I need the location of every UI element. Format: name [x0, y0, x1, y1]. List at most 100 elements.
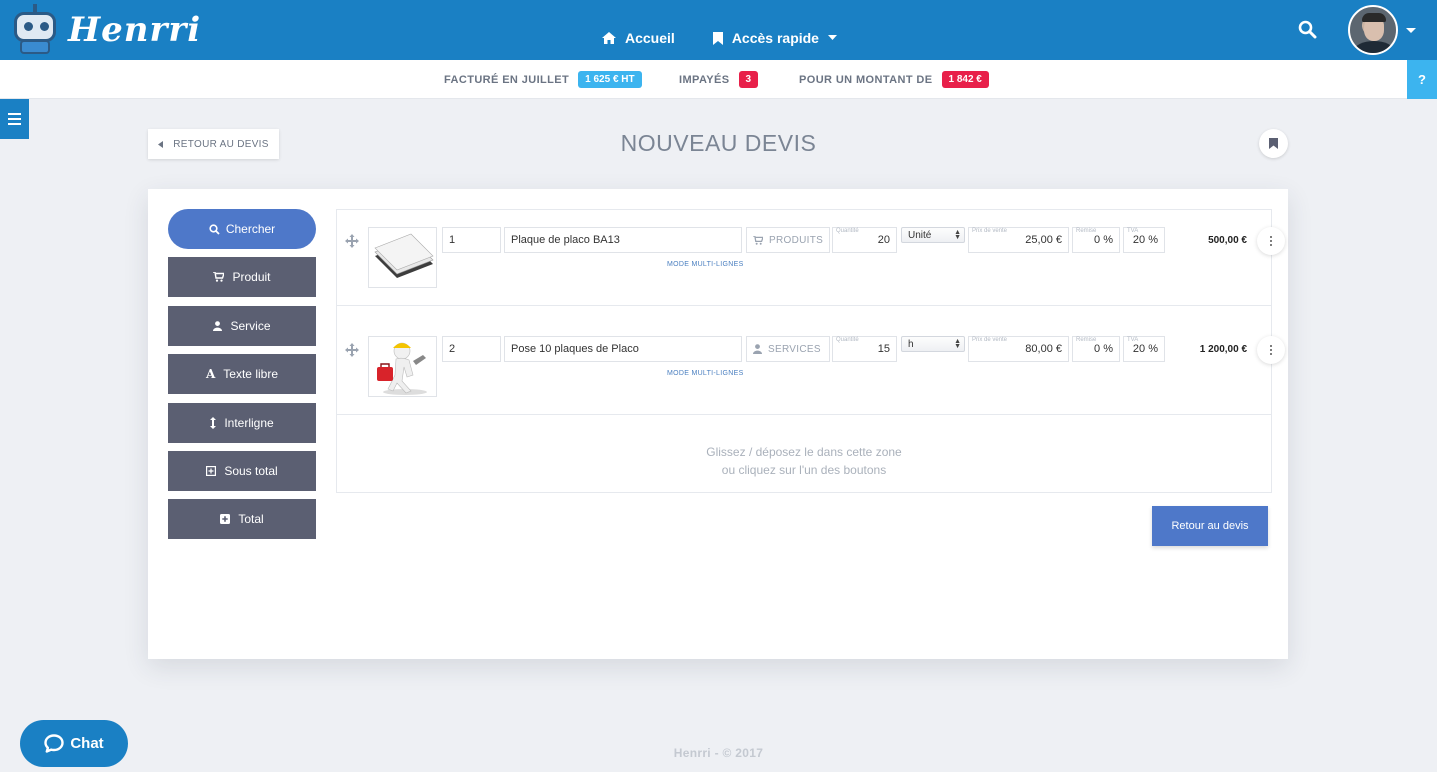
multiline-mode-link[interactable]: MODE MULTI-LIGNES: [667, 370, 744, 377]
stat-unpaid-label: IMPAYÉS: [679, 73, 730, 86]
drop-zone[interactable]: Glissez / déposez le dans cette zone ou …: [337, 430, 1271, 492]
search-button[interactable]: [1298, 20, 1317, 44]
stat-amount: POUR UN MONTANT DE 1 842 €: [799, 71, 989, 88]
line-options-icon[interactable]: [1257, 336, 1285, 364]
add-service-button[interactable]: Service: [168, 306, 316, 346]
avatar[interactable]: [1348, 5, 1398, 55]
add-product-label: Produit: [232, 270, 271, 284]
brand-name: Henrri: [68, 10, 202, 50]
vat-field-label: TVA: [1127, 337, 1139, 343]
line-unit-value: Unité: [908, 229, 932, 241]
line-price-input[interactable]: Prix de vente 25,00 €: [968, 227, 1069, 253]
quote-editor-card: Chercher Produit Service A Texte libre I…: [148, 189, 1288, 659]
nav-home[interactable]: Accueil: [602, 30, 675, 46]
home-icon: [602, 32, 616, 44]
line-height-icon: [210, 417, 217, 429]
line-unit-select[interactable]: Unité ▲ ▼: [901, 227, 965, 243]
add-subtotal-button[interactable]: Sous total: [168, 451, 316, 491]
stat-billed: FACTURÉ EN JUILLET 1 625 € HT: [444, 71, 642, 88]
bookmark-button[interactable]: [1259, 129, 1288, 158]
plus-square-outline-icon: [206, 466, 217, 476]
search-items-label: Chercher: [225, 222, 276, 236]
line-ref-input[interactable]: 1: [442, 227, 501, 253]
add-total-label: Total: [238, 512, 264, 526]
line-total: 500,00 €: [1208, 235, 1247, 246]
line-designation-input[interactable]: Plaque de placo BA13: [504, 227, 742, 253]
multiline-mode-link[interactable]: MODE MULTI-LIGNES: [667, 261, 744, 268]
nav-home-label: Accueil: [625, 30, 675, 46]
nav-quick-access-label: Accès rapide: [731, 30, 819, 46]
user-icon: [753, 344, 762, 354]
add-spacing-button[interactable]: Interligne: [168, 403, 316, 443]
add-subtotal-label: Sous total: [224, 464, 278, 478]
line-discount-value: 0 %: [1094, 343, 1113, 355]
line-category-button[interactable]: PRODUITS: [746, 227, 830, 253]
line-vat-input[interactable]: TVA 20 %: [1123, 227, 1165, 253]
line-discount-input[interactable]: Remise 0 %: [1072, 336, 1120, 362]
select-arrows-icon: ▲ ▼: [954, 229, 961, 241]
add-service-label: Service: [230, 319, 271, 333]
bookmark-icon: [1269, 138, 1278, 149]
line-quantity-input[interactable]: Quantité 15: [832, 336, 897, 362]
footer-copyright: Henrri - © 2017: [673, 746, 764, 760]
line-unit-value: h: [908, 338, 914, 350]
line-category-button[interactable]: SERVICES: [746, 336, 830, 362]
drop-zone-line2: ou cliquez sur l'un des boutons: [721, 463, 887, 477]
quote-line: 1 Plaque de placo BA13 MODE MULTI-LIGNES…: [337, 210, 1285, 306]
page-title: NOUVEAU DEVIS: [620, 130, 817, 156]
stat-billed-label: FACTURÉ EN JUILLET: [444, 73, 570, 86]
search-items-button[interactable]: Chercher: [168, 209, 316, 249]
bookmark-icon: [712, 31, 723, 45]
line-price-value: 80,00 €: [1025, 343, 1062, 355]
line-ref-input[interactable]: 2: [442, 336, 501, 362]
line-designation-input[interactable]: Pose 10 plaques de Placo: [504, 336, 742, 362]
quote-lines: 1 Plaque de placo BA13 MODE MULTI-LIGNES…: [336, 209, 1285, 493]
line-discount-input[interactable]: Remise 0 %: [1072, 227, 1120, 253]
vat-field-label: TVA: [1127, 228, 1139, 234]
line-price-input[interactable]: Prix de vente 80,00 €: [968, 336, 1069, 362]
stat-billed-badge: 1 625 € HT: [578, 71, 642, 88]
line-quantity-value: 15: [877, 343, 890, 355]
price-field-label: Prix de vente: [972, 337, 1008, 343]
brand-logo[interactable]: Henrri: [8, 4, 201, 56]
plus-square-icon: [220, 514, 231, 524]
text-icon: A: [205, 367, 216, 381]
line-unit-select[interactable]: h ▲ ▼: [901, 336, 965, 352]
cart-icon: [753, 235, 763, 245]
quote-line: 2 Pose 10 plaques de Placo MODE MULTI-LI…: [337, 319, 1285, 415]
discount-field-label: Remise: [1076, 228, 1097, 234]
back-to-quote-button[interactable]: Retour au devis: [1152, 506, 1268, 546]
line-vat-value: 20 %: [1132, 343, 1158, 355]
line-discount-value: 0 %: [1094, 234, 1113, 246]
line-quantity-input[interactable]: Quantité 20: [832, 227, 897, 253]
line-price-value: 25,00 €: [1025, 234, 1062, 246]
add-free-text-label: Texte libre: [223, 367, 278, 381]
line-options-icon[interactable]: [1257, 227, 1285, 255]
cart-icon: [213, 272, 225, 282]
price-field-label: Prix de vente: [972, 228, 1008, 234]
add-free-text-button[interactable]: A Texte libre: [168, 354, 316, 394]
add-product-button[interactable]: Produit: [168, 257, 316, 297]
line-category-label: SERVICES: [768, 343, 821, 355]
line-vat-input[interactable]: TVA 20 %: [1123, 336, 1165, 362]
search-icon: [1298, 20, 1317, 39]
robot-logo-icon: [8, 4, 62, 56]
line-total: 1 200,00 €: [1199, 344, 1247, 355]
select-arrows-icon: ▲ ▼: [954, 338, 961, 350]
drag-handle-icon[interactable]: [345, 234, 359, 248]
drop-zone-line1: Glissez / déposez le dans cette zone: [706, 445, 902, 459]
help-button[interactable]: ?: [1407, 60, 1437, 99]
user-icon: [213, 321, 223, 331]
add-spacing-label: Interligne: [224, 416, 274, 430]
product-thumbnail: [368, 227, 437, 288]
avatar-caret-icon[interactable]: [1406, 28, 1416, 33]
nav-quick-access[interactable]: Accès rapide: [712, 30, 837, 46]
stat-unpaid-badge: 3: [738, 71, 759, 88]
drag-handle-icon[interactable]: [345, 343, 359, 357]
stat-amount-label: POUR UN MONTANT DE: [799, 73, 933, 86]
quantity-field-label: Quantité: [836, 337, 859, 343]
search-icon: [209, 223, 220, 235]
service-thumbnail: [368, 336, 437, 397]
add-total-button[interactable]: Total: [168, 499, 316, 539]
discount-field-label: Remise: [1076, 337, 1097, 343]
